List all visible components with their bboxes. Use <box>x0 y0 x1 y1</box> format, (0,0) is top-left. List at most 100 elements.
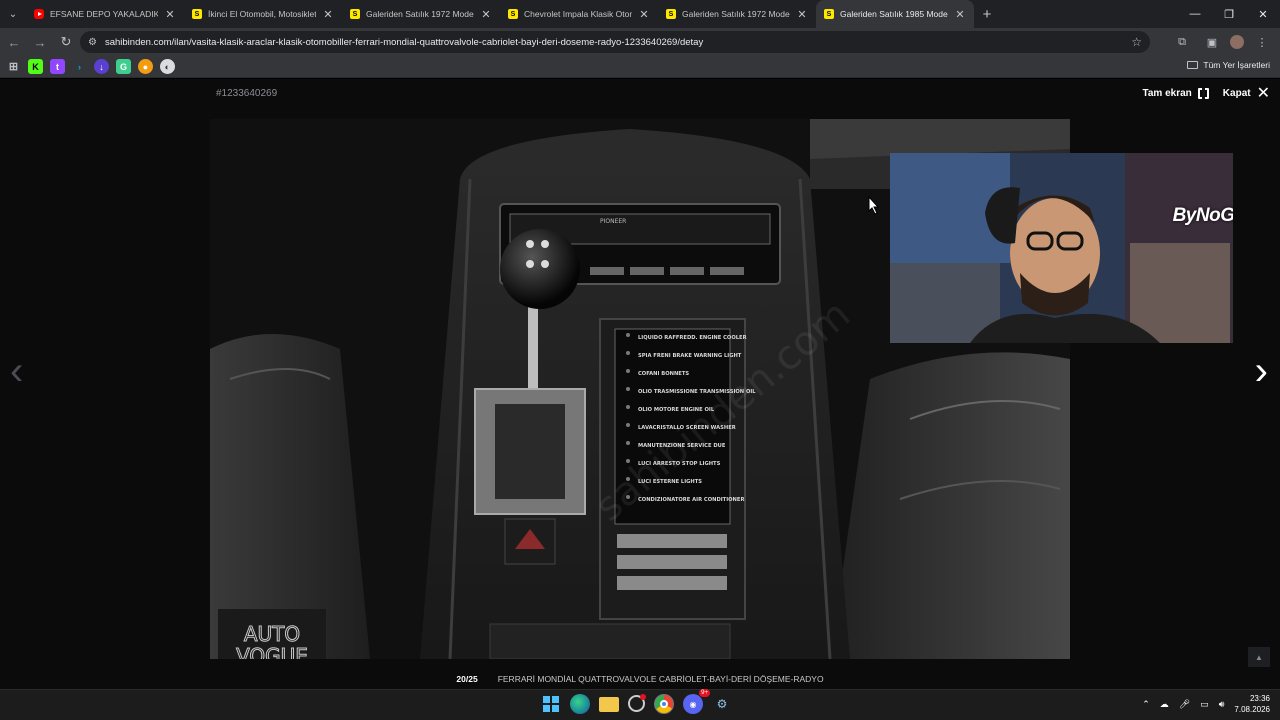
chevron-left-icon: ‹ <box>10 349 24 393</box>
browser-toolbar: ← → ↻ ⚙ sahibinden.com/ilan/vasita-klasi… <box>0 28 1280 56</box>
taskbar: ◉ 9+ ⚙ ⌃ ☁ 🎤︎ ▭ 🔊︎ 23:36 7.08.2026 <box>0 689 1280 720</box>
tab-active[interactable]: S Galeriden Satılık 1985 Model K ✕ <box>816 0 974 28</box>
volume-icon[interactable]: 🔊︎ <box>1219 699 1225 710</box>
streamer-video <box>890 153 1233 343</box>
webcam-overlay: ByNoGame <box>890 153 1233 343</box>
microphone-icon[interactable]: 🎤︎ <box>1179 699 1190 710</box>
back-icon[interactable]: ← <box>2 30 26 54</box>
close-viewer-button[interactable]: Kapat ✕ <box>1222 84 1270 102</box>
tab-title: Galeriden Satılık 1972 Model K <box>366 9 474 19</box>
new-tab-button[interactable]: + <box>974 0 1000 28</box>
warning-label: COFANI BONNETS <box>638 371 689 377</box>
tab[interactable]: S Chevrolet Impala Klasik Otomo ✕ <box>500 0 658 28</box>
tab-title: EFSANE DEPO YAKALADIK / STI <box>50 9 158 19</box>
chrome-icon[interactable] <box>654 694 674 714</box>
fullscreen-label: Tam ekran <box>1142 88 1192 99</box>
sahibinden-icon: S <box>666 9 676 19</box>
close-tab-icon[interactable]: ✕ <box>480 8 492 21</box>
photo-caption: FERRARİ MONDİAL QUATTROVALVOLE CABRİOLET… <box>497 673 824 684</box>
close-window-icon[interactable]: ✕ <box>1246 0 1280 28</box>
clock-time: 23:36 <box>1249 694 1270 703</box>
windows-logo-icon <box>543 696 559 712</box>
discord-badge: 9+ <box>699 689 710 697</box>
prime-video-icon[interactable]: › <box>72 59 87 74</box>
sahibinden-icon: S <box>824 9 834 19</box>
twitch-icon[interactable]: t <box>50 59 65 74</box>
minimize-icon[interactable]: — <box>1178 0 1212 28</box>
clock-date: 7.08.2026 <box>1234 705 1270 714</box>
photo-counter: 20/25 <box>456 673 478 684</box>
tab-title: Chevrolet Impala Klasik Otomo <box>524 9 632 19</box>
tab-title: Galeriden Satılık 1985 Model K <box>840 9 948 19</box>
network-icon[interactable]: ▭ <box>1200 699 1209 710</box>
tab[interactable]: S İkinci El Otomobil, Motosiklet M ✕ <box>184 0 342 28</box>
start-button[interactable] <box>541 694 561 714</box>
sahibinden-icon: S <box>350 9 360 19</box>
system-tray: ⌃ ☁ 🎤︎ ▭ 🔊︎ 23:36 7.08.2026 <box>1142 693 1270 715</box>
scroll-top-button[interactable]: ▲ <box>1248 647 1270 667</box>
tab[interactable]: S Galeriden Satılık 1972 Model K ✕ <box>658 0 816 28</box>
close-tab-icon[interactable]: ✕ <box>954 8 966 21</box>
mouse-cursor-icon <box>868 196 880 215</box>
sahibinden-icon: S <box>508 9 518 19</box>
profile-avatar[interactable] <box>1230 35 1244 49</box>
warning-label: SPIA FRENI BRAKE WARNING LIGHT <box>638 353 742 359</box>
chevron-right-icon: › <box>1254 349 1268 393</box>
chevron-down-icon: ⌄ <box>8 8 18 20</box>
forward-icon[interactable]: → <box>28 30 52 54</box>
site-info-icon[interactable]: ⚙ <box>88 37 97 48</box>
close-label: Kapat <box>1222 88 1251 99</box>
discord-icon[interactable]: ◉ 9+ <box>683 689 710 714</box>
file-explorer-icon[interactable] <box>599 697 619 712</box>
folder-icon <box>1187 61 1199 69</box>
sahibinden-icon: S <box>192 9 202 19</box>
bookmark-icon[interactable]: G <box>116 59 131 74</box>
edge-icon[interactable] <box>570 694 590 714</box>
chevron-up-icon: ▲ <box>1255 652 1263 662</box>
bookmarks-bar: ⊞ K t › ↓ G ● ◐ Tüm Yer İşaretleri <box>0 56 1280 78</box>
apps-grid-icon[interactable]: ⊞ <box>6 59 21 74</box>
tab-search-button[interactable]: ⌄ <box>0 0 26 28</box>
cast-icon[interactable]: ▣ <box>1200 30 1224 54</box>
tab-title: Galeriden Satılık 1972 Model K <box>682 9 790 19</box>
next-photo-button[interactable]: › <box>1255 349 1268 394</box>
photo-gallery-viewer: PIONEER LIQUIDO RAFFREDD. ENGINE COOLER … <box>0 79 1280 689</box>
kick-icon[interactable]: K <box>28 59 43 74</box>
bookmark-icon[interactable]: ● <box>138 59 153 74</box>
steam-icon[interactable]: ⚙ <box>712 694 732 714</box>
clock[interactable]: 23:36 7.08.2026 <box>1234 693 1270 715</box>
all-bookmarks[interactable]: Tüm Yer İşaretleri <box>1187 60 1270 70</box>
tab[interactable]: S Galeriden Satılık 1972 Model K ✕ <box>342 0 500 28</box>
close-tab-icon[interactable]: ✕ <box>638 8 650 21</box>
app-icon[interactable] <box>628 694 646 712</box>
menu-icon[interactable]: ⋮ <box>1250 30 1274 54</box>
logo-text: VOGUE <box>236 644 308 659</box>
previous-photo-button[interactable]: ‹ <box>10 349 23 394</box>
close-tab-icon[interactable]: ✕ <box>322 8 334 21</box>
close-tab-icon[interactable]: ✕ <box>796 8 808 21</box>
bookmark-icon[interactable]: ◐ <box>160 59 175 74</box>
photo-caption-bar: 20/25 FERRARİ MONDİAL QUATTROVALVOLE CAB… <box>0 668 1280 689</box>
extensions-icon[interactable]: ⧉ <box>1170 30 1194 54</box>
close-tab-icon[interactable]: ✕ <box>164 8 176 21</box>
bookmark-star-icon[interactable]: ☆ <box>1131 35 1142 49</box>
fullscreen-button[interactable]: Tam ekran <box>1143 88 1209 99</box>
chevron-up-icon[interactable]: ⌃ <box>1142 699 1150 710</box>
youtube-icon <box>34 9 44 19</box>
reload-icon[interactable]: ↻ <box>54 30 78 54</box>
restore-icon[interactable]: ❐ <box>1212 0 1246 28</box>
tab-title: İkinci El Otomobil, Motosiklet M <box>208 9 316 19</box>
listing-id: #1233640269 <box>216 88 278 99</box>
url-text[interactable]: sahibinden.com/ilan/vasita-klasik-aracla… <box>105 37 1131 48</box>
onedrive-icon[interactable]: ☁ <box>1160 699 1169 710</box>
close-icon: ✕ <box>1256 84 1270 102</box>
all-bookmarks-label: Tüm Yer İşaretleri <box>1203 60 1270 70</box>
warning-label: LIQUIDO RAFFREDD. ENGINE COOLER <box>638 335 747 341</box>
radio-brand-text: PIONEER <box>600 218 626 225</box>
channel-brand: ByNoGame <box>1172 205 1233 226</box>
tab-strip: ⌄ EFSANE DEPO YAKALADIK / STI ✕ S İkinci… <box>0 0 1280 28</box>
tab[interactable]: EFSANE DEPO YAKALADIK / STI ✕ <box>26 0 184 28</box>
fullscreen-icon <box>1197 88 1209 99</box>
bookmark-icon[interactable]: ↓ <box>94 59 109 74</box>
address-bar[interactable]: ⚙ sahibinden.com/ilan/vasita-klasik-arac… <box>80 31 1150 53</box>
